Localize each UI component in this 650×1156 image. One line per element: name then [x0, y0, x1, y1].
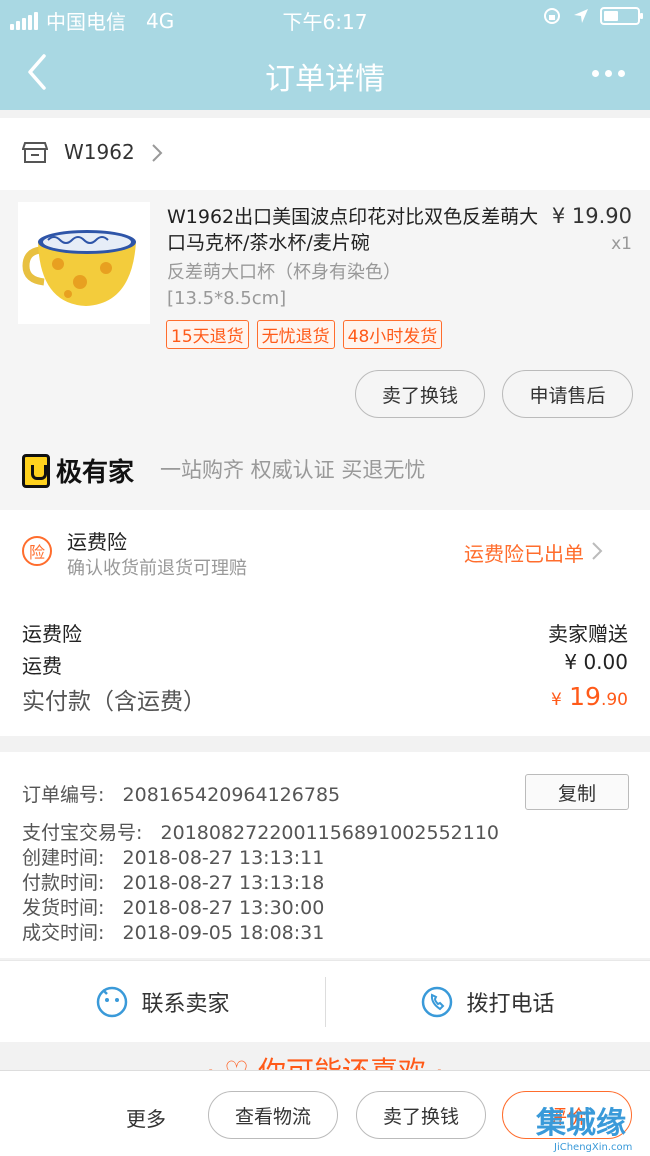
fee-value: 卖家赠送 [548, 622, 628, 646]
fee-label: 运费 [22, 654, 62, 678]
shop-name[interactable]: W1962 [64, 140, 135, 164]
insurance-status[interactable]: 运费险已出单 [464, 538, 584, 567]
page-title: 订单详情 [265, 62, 385, 97]
alipay-line: 支付宝交易号: 2018082722001156891002552110 [22, 822, 500, 844]
alipay-number: 2018082722001156891002552110 [160, 822, 500, 844]
order-info: 订单编号: 208165420964126785 复制 支付宝交易号: 2018… [0, 752, 650, 958]
more-menu-icon[interactable] [592, 58, 632, 88]
insurance-title: 运费险 [67, 530, 127, 554]
recommend-title: · ♡ 你可能还喜欢 · [206, 1055, 444, 1072]
created-line: 创建时间: 2018-08-27 13:13:11 [22, 847, 325, 869]
status-bar: 中国电信 4G 下午6:17 [0, 0, 650, 36]
product-price: ¥ 19.90 [551, 204, 632, 228]
call-phone-button[interactable]: 拨打电话 [325, 961, 650, 1043]
rotation-lock-icon [544, 8, 560, 24]
chevron-right-icon [152, 144, 163, 162]
paid-line: 付款时间: 2018-08-27 13:13:18 [22, 872, 325, 894]
spec-size: [13.5*8.5cm] [167, 288, 287, 309]
insurance-icon: 险 [22, 536, 52, 566]
fee-row-shipping: 运费 ¥ 0.00 [22, 650, 628, 679]
product-image[interactable] [18, 202, 150, 324]
sell-button-bottom[interactable]: 卖了换钱 [356, 1091, 486, 1139]
done-line: 成交时间: 2018-09-05 18:08:31 [22, 922, 325, 944]
fee-summary: 运费险 卖家赠送 运费 ¥ 0.00 实付款（含运费） ¥ 19.90 [0, 604, 650, 736]
location-icon [574, 9, 588, 23]
product-title[interactable]: W1962出口美国波点印花对比双色反差萌大口马克杯/茶水杯/麦片碗 [167, 204, 539, 256]
brand-name: 极有家 [56, 458, 135, 488]
status-right [542, 6, 643, 26]
battery-icon [600, 7, 643, 25]
contact-bar: 联系卖家 拨打电话 [0, 960, 650, 1042]
shop-icon [22, 142, 48, 163]
total-amount: ¥ 19.90 [551, 682, 628, 711]
tag-return-15-days: 15天退货 [166, 320, 249, 349]
brand-badge: 极有家 [22, 452, 134, 489]
more-button[interactable]: 更多 [126, 1103, 166, 1132]
contact-seller-label: 联系卖家 [141, 992, 230, 1017]
fee-row-insurance: 运费险 卖家赠送 [22, 618, 628, 647]
chat-icon [97, 986, 128, 1018]
shop-row[interactable]: W1962 [0, 118, 650, 190]
fee-label: 运费险 [22, 622, 82, 646]
brand-logo-icon [22, 453, 50, 488]
recommend-header: · ♡ 你可能还喜欢 · [0, 1042, 650, 1072]
product-quantity: x1 [611, 234, 632, 254]
contact-seller-button[interactable]: 联系卖家 [0, 961, 325, 1043]
chevron-right-icon [592, 542, 603, 560]
shipped-line: 发货时间: 2018-08-27 13:30:00 [22, 897, 325, 919]
phone-icon [422, 986, 453, 1018]
nav-bar: 订单详情 [0, 36, 650, 110]
copy-button[interactable]: 复制 [525, 774, 629, 810]
sell-button[interactable]: 卖了换钱 [355, 370, 485, 418]
service-tags: 15天退货 无忧退货 48小时发货 [166, 320, 443, 349]
order-number: 208165420964126785 [122, 784, 341, 806]
watermark-sub: JiChengXin.com [554, 1142, 633, 1153]
order-number-line: 订单编号: 208165420964126785 [22, 784, 341, 806]
watermark-main: 集城缘 [536, 1106, 626, 1141]
brand-slogan: 一站购齐 权威认证 买退无忧 [160, 458, 426, 482]
fee-value: ¥ 0.00 [564, 650, 628, 674]
call-phone-label: 拨打电话 [466, 992, 555, 1017]
site-watermark: 集城缘 JiChengXin.com [532, 1098, 650, 1156]
tag-ship-48h: 48小时发货 [342, 320, 443, 349]
view-logistics-button[interactable]: 查看物流 [208, 1091, 338, 1139]
product-card[interactable]: W1962出口美国波点印花对比双色反差萌大口马克杯/茶水杯/麦片碗 ¥ 19.9… [0, 190, 650, 510]
insurance-subtitle: 确认收货前退货可理赔 [67, 558, 247, 579]
after-sale-button[interactable]: 申请售后 [502, 370, 633, 418]
spec-line: 反差萌大口杯（杯身有染色） [167, 262, 401, 283]
shipping-insurance-row[interactable]: 险 运费险 确认收货前退货可理赔 运费险已出单 [0, 510, 650, 604]
tag-worry-free-return: 无忧退货 [256, 320, 335, 349]
product-spec: 反差萌大口杯（杯身有染色） [13.5*8.5cm] [167, 260, 401, 312]
fee-row-total: 实付款（含运费） ¥ 19.90 [22, 682, 628, 716]
total-label: 实付款（含运费） [22, 689, 206, 715]
